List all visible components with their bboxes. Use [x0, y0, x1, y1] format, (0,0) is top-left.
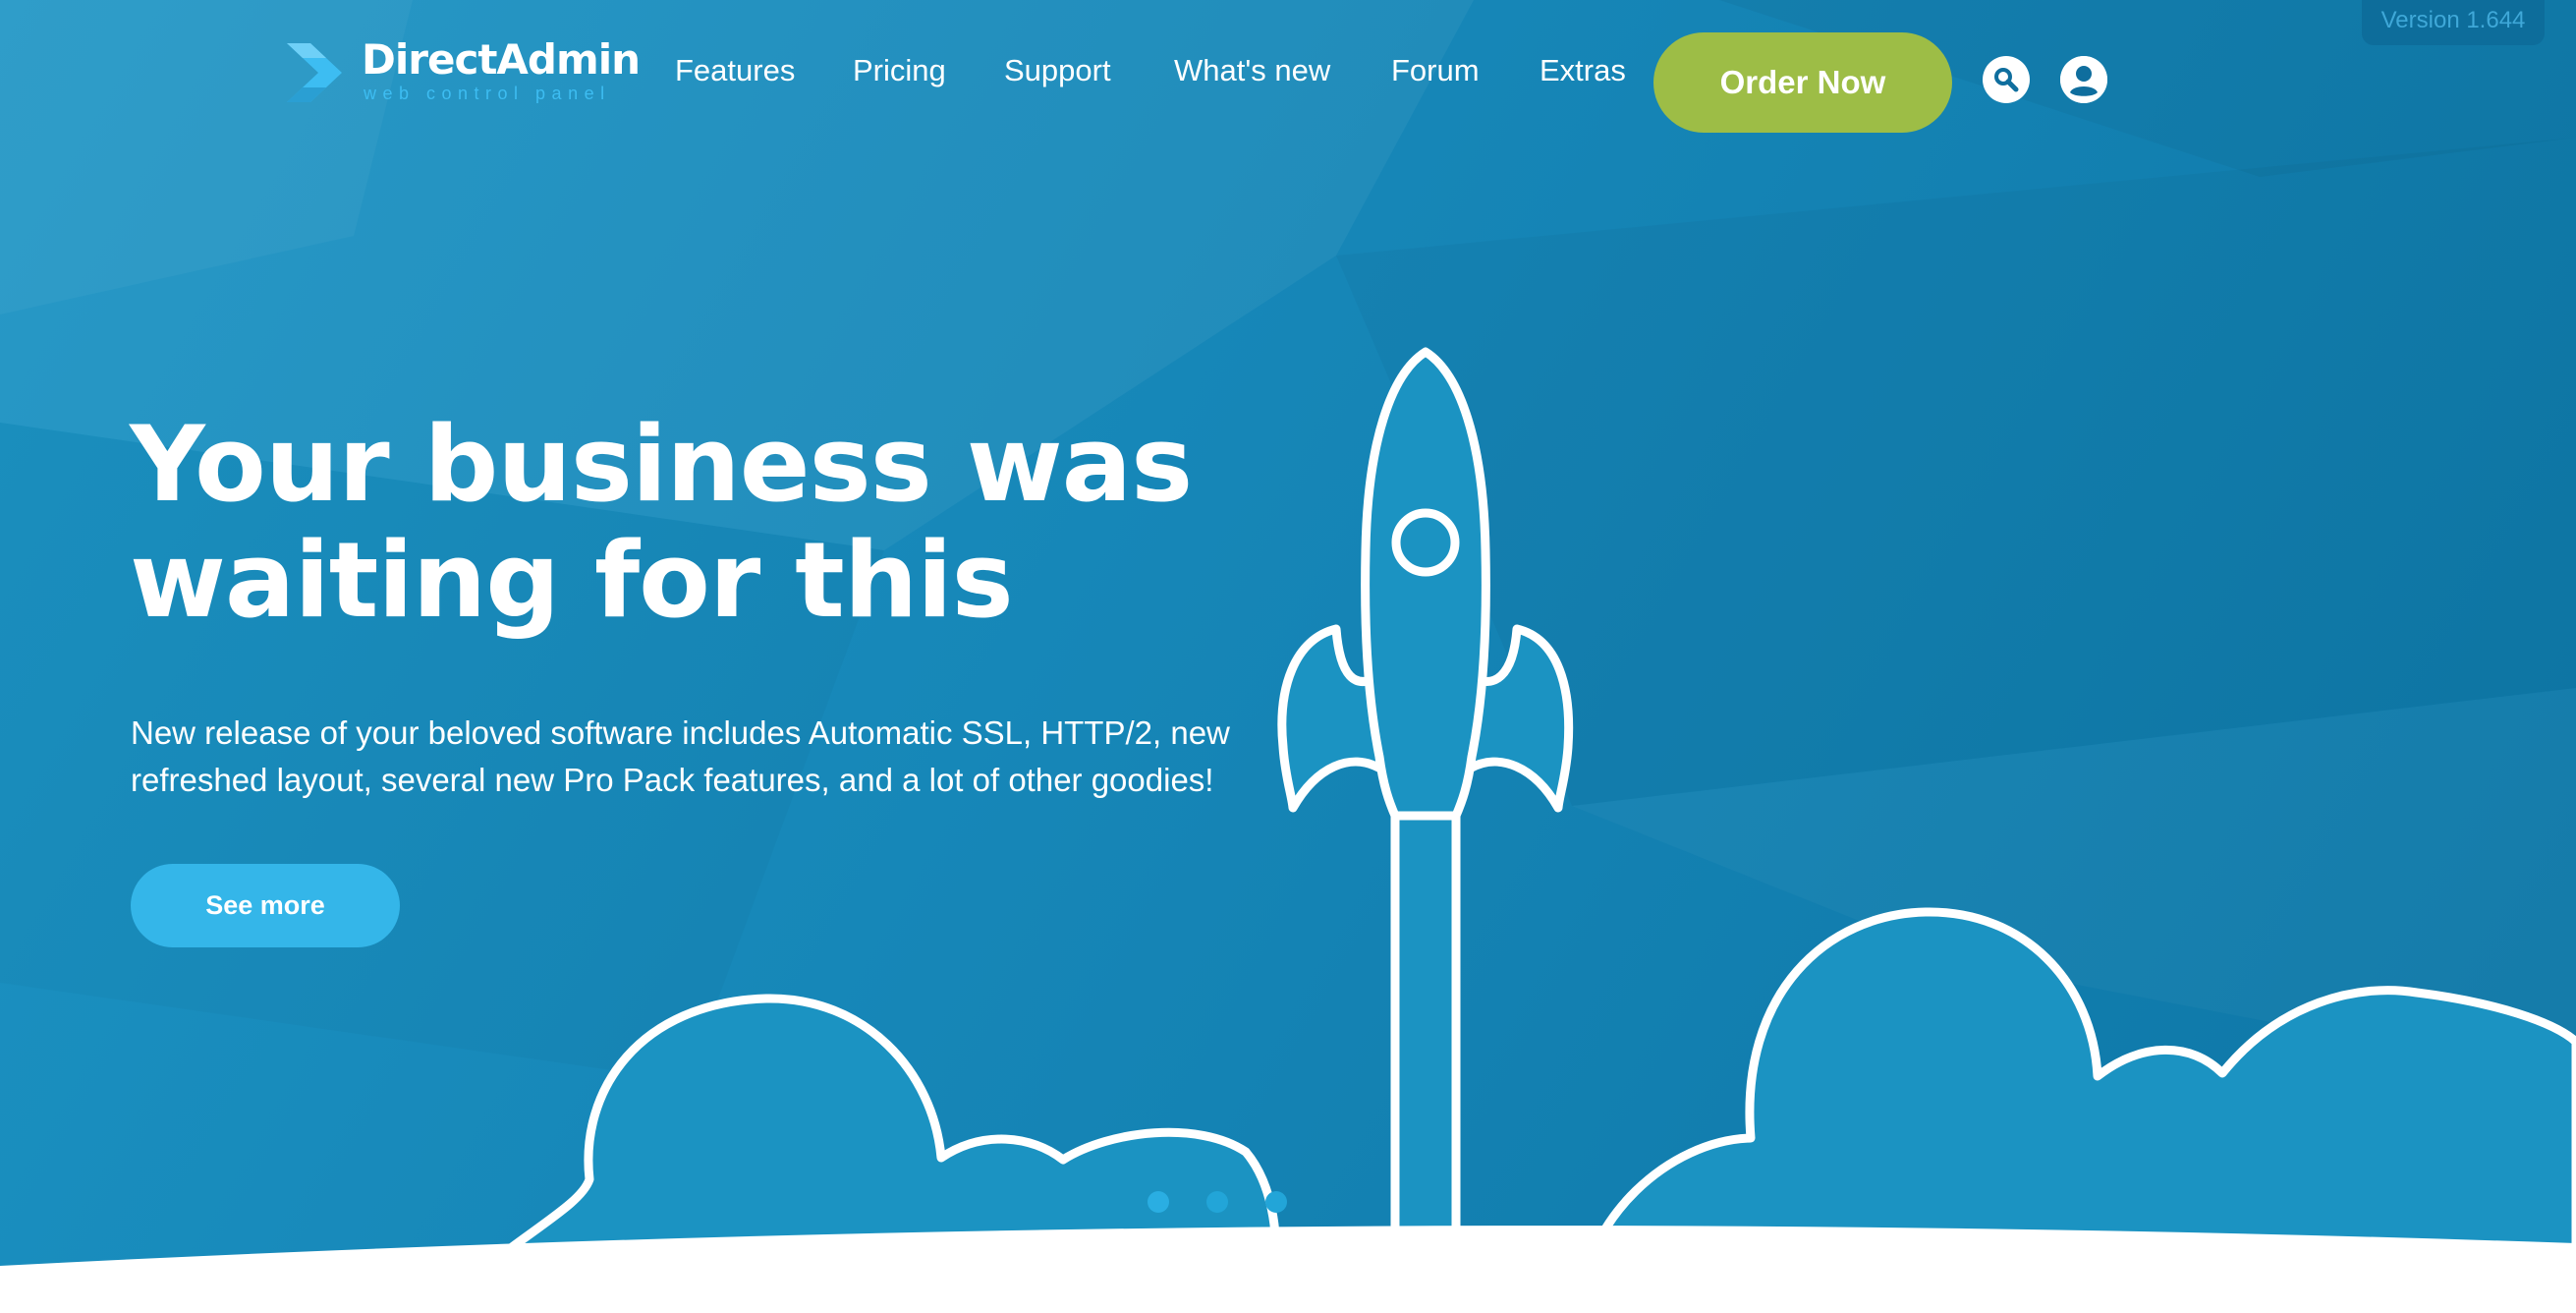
see-more-button[interactable]: See more: [131, 864, 400, 947]
hero-headline: Your business was waiting for this: [130, 404, 1193, 641]
nav-item-forum[interactable]: Forum: [1391, 51, 1480, 90]
brand-logo[interactable]: DirectAdmin web control panel: [283, 37, 641, 110]
top-navigation: DirectAdmin web control panel Features P…: [0, 0, 2576, 167]
user-account-icon[interactable]: [2060, 56, 2107, 103]
search-icon[interactable]: [1983, 56, 2030, 103]
nav-item-support[interactable]: Support: [1004, 51, 1111, 90]
slide-indicators: [1148, 1191, 1295, 1213]
hero-section: Your business was waiting for this New r…: [0, 0, 2576, 1313]
hero-subtext: New release of your beloved software inc…: [131, 714, 1230, 798]
nav-item-pricing[interactable]: Pricing: [853, 51, 946, 90]
nav-item-whats-new[interactable]: What's new: [1174, 51, 1330, 90]
logo-chevron-icon: [287, 43, 342, 102]
slide-dot-1[interactable]: [1148, 1191, 1169, 1213]
rocket-launch-illustration: [0, 347, 2576, 1313]
nav-item-extras[interactable]: Extras: [1540, 51, 1626, 90]
order-now-button[interactable]: Order Now: [1653, 32, 1952, 133]
brand-tagline: web control panel: [364, 84, 611, 103]
version-badge: Version 1.644: [2362, 0, 2545, 45]
brand-name: DirectAdmin: [362, 35, 641, 84]
slide-dot-3[interactable]: [1265, 1191, 1287, 1213]
nav-item-features[interactable]: Features: [675, 51, 795, 90]
slide-dot-2[interactable]: [1206, 1191, 1228, 1213]
